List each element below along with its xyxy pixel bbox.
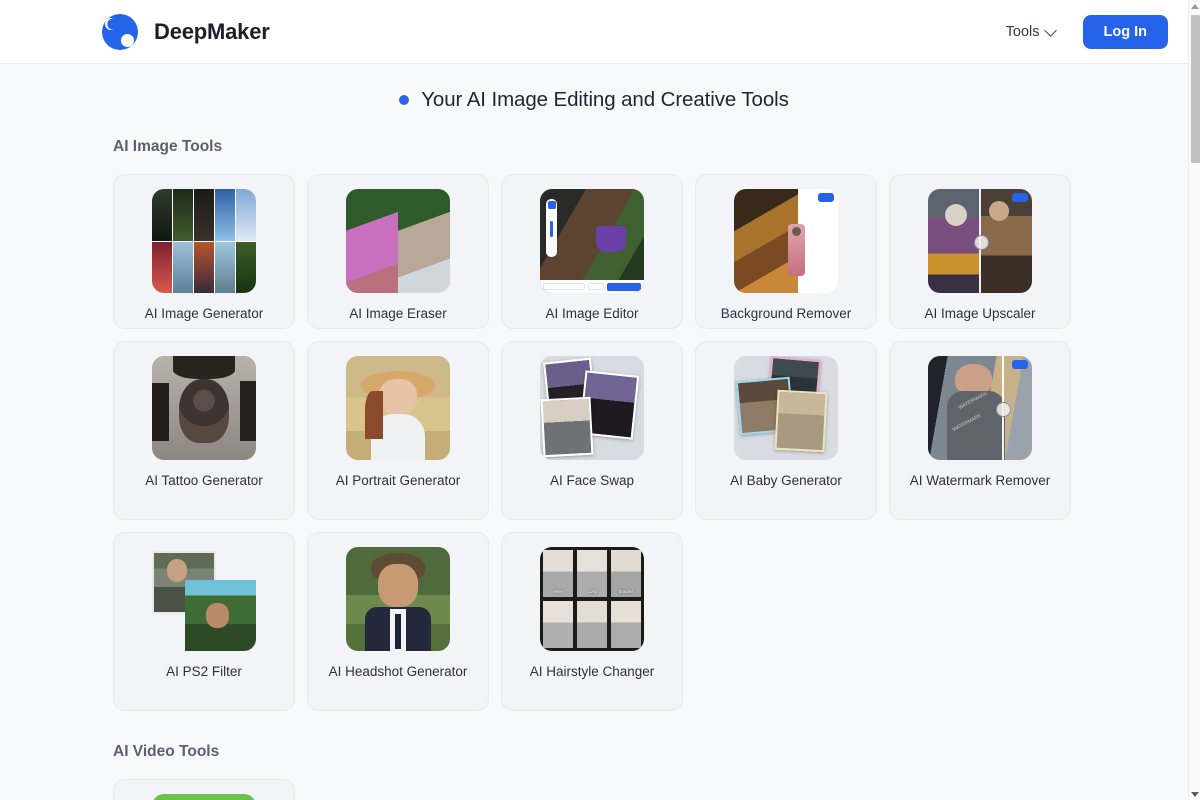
login-button[interactable]: Log In (1082, 14, 1168, 49)
hairstyle-label: Braided (618, 589, 634, 594)
thumbnail-hairstyle-changer: Wavy Curly Braided (540, 547, 644, 651)
tool-card-label: AI Headshot Generator (328, 664, 468, 679)
tool-card-label: AI Baby Generator (730, 473, 842, 488)
tool-card-ai-ps2-filter[interactable]: AI PS2 Filter (113, 532, 295, 711)
vertical-scrollbar[interactable] (1188, 0, 1200, 800)
editor-option-chip (588, 283, 604, 290)
nav-tools-dropdown[interactable]: Tools (1005, 23, 1057, 40)
tool-card-label: AI Hairstyle Changer (529, 664, 655, 679)
editor-generate-button (607, 282, 641, 291)
ai-badge-icon (1012, 360, 1028, 369)
chevron-down-icon (1043, 23, 1057, 37)
thumbnail-watermark-remover: WATERMARK WATERMARK (928, 356, 1032, 460)
tool-card-ai-face-swap[interactable]: AI Face Swap (501, 341, 683, 520)
scroll-up-arrow-icon[interactable] (1189, 0, 1200, 12)
tool-card-ai-watermark-remover[interactable]: WATERMARK WATERMARK AI Watermark Remover (889, 341, 1071, 520)
section-title-image: AI Image Tools (113, 138, 223, 155)
thumbnail-background-remover (734, 189, 838, 293)
tool-card-label: AI Image Eraser (349, 306, 447, 321)
deepmaker-logo-icon (102, 13, 138, 50)
image-tools-grid: AI Image Generator AI Image Eraser AI Im… (113, 174, 1075, 711)
page-viewport: DeepMaker Tools Log In Your AI Image Edi… (0, 0, 1188, 800)
thumbnail-image-upscaler (928, 189, 1032, 293)
header-actions: Tools Log In (1005, 14, 1168, 49)
site-header: DeepMaker Tools Log In (0, 0, 1188, 64)
thumbnail-face-swap (540, 356, 644, 460)
thumbnail-headshot-generator (346, 547, 450, 651)
nav-tools-label: Tools (1005, 23, 1040, 40)
hairstyle-label: Curly (587, 589, 597, 594)
thumbnail-image-editor (540, 189, 644, 293)
page-title: Your AI Image Editing and Creative Tools (421, 88, 789, 111)
tool-card-ai-image-eraser[interactable]: AI Image Eraser (307, 174, 489, 329)
thumbnail-image-eraser (346, 189, 450, 293)
editor-prompt-field (543, 283, 585, 290)
hero-banner: Your AI Image Editing and Creative Tools (0, 64, 1188, 132)
thumbnail-video-tool (152, 794, 256, 800)
hairstyle-label: Wavy (552, 589, 564, 594)
thumbnail-tattoo-generator (152, 356, 256, 460)
tool-card-label: AI Image Upscaler (924, 306, 1036, 321)
editor-prompt-bar (540, 280, 644, 293)
section-title-video: AI Video Tools (113, 743, 220, 760)
tool-card-ai-portrait-generator[interactable]: AI Portrait Generator (307, 341, 489, 520)
thumbnail-ps2-filter (152, 547, 256, 651)
tool-card-label: AI Image Editor (545, 306, 639, 321)
compare-slider-handle[interactable] (973, 189, 989, 293)
tool-card-ai-image-generator[interactable]: AI Image Generator (113, 174, 295, 329)
tool-card-label: AI Image Generator (144, 306, 264, 321)
ai-badge-icon (1012, 193, 1028, 202)
tool-card-ai-image-editor[interactable]: AI Image Editor (501, 174, 683, 329)
image-collage-art (152, 189, 256, 293)
compare-slider-handle[interactable] (996, 356, 1012, 460)
editor-toolbar-icon (546, 199, 557, 257)
logo-swirl (102, 13, 138, 50)
tool-card-label: AI Portrait Generator (335, 473, 461, 488)
brand-name: DeepMaker (154, 18, 270, 44)
video-tools-grid (113, 779, 1075, 800)
tool-card-label: AI Watermark Remover (909, 473, 1051, 488)
tool-card-ai-image-upscaler[interactable]: AI Image Upscaler (889, 174, 1071, 329)
tool-card-ai-baby-generator[interactable]: AI Baby Generator (695, 341, 877, 520)
thumbnail-image-generator (152, 189, 256, 293)
tool-card-background-remover[interactable]: Background Remover (695, 174, 877, 329)
tool-card-label: AI PS2 Filter (166, 664, 242, 679)
ai-badge-icon (818, 193, 834, 202)
thumbnail-portrait-generator (346, 356, 450, 460)
tool-card-ai-tattoo-generator[interactable]: AI Tattoo Generator (113, 341, 295, 520)
tool-card-ai-headshot-generator[interactable]: AI Headshot Generator (307, 532, 489, 711)
photo-stack-art (734, 356, 838, 460)
hairstyle-grid-art: Wavy Curly Braided (540, 547, 644, 651)
section-ai-image-tools: AI Image Tools AI Image Generator AI Ima… (0, 138, 1188, 711)
scrollbar-thumb[interactable] (1190, 15, 1200, 163)
tool-card-label: Background Remover (720, 306, 852, 321)
section-ai-video-tools: AI Video Tools (0, 743, 1188, 800)
photo-stack-art (540, 356, 644, 460)
tool-card-label: AI Tattoo Generator (145, 473, 263, 488)
before-after-art (346, 189, 450, 293)
tool-card-label: AI Face Swap (549, 473, 635, 488)
tool-card-ai-hairstyle-changer[interactable]: Wavy Curly Braided AI Hairstyle Changer (501, 532, 683, 711)
bullet-dot-icon (399, 95, 410, 105)
tool-card-video-first[interactable] (113, 779, 295, 800)
brand[interactable]: DeepMaker (102, 13, 270, 50)
thumbnail-baby-generator (734, 356, 838, 460)
scroll-down-arrow-icon[interactable] (1189, 788, 1200, 800)
